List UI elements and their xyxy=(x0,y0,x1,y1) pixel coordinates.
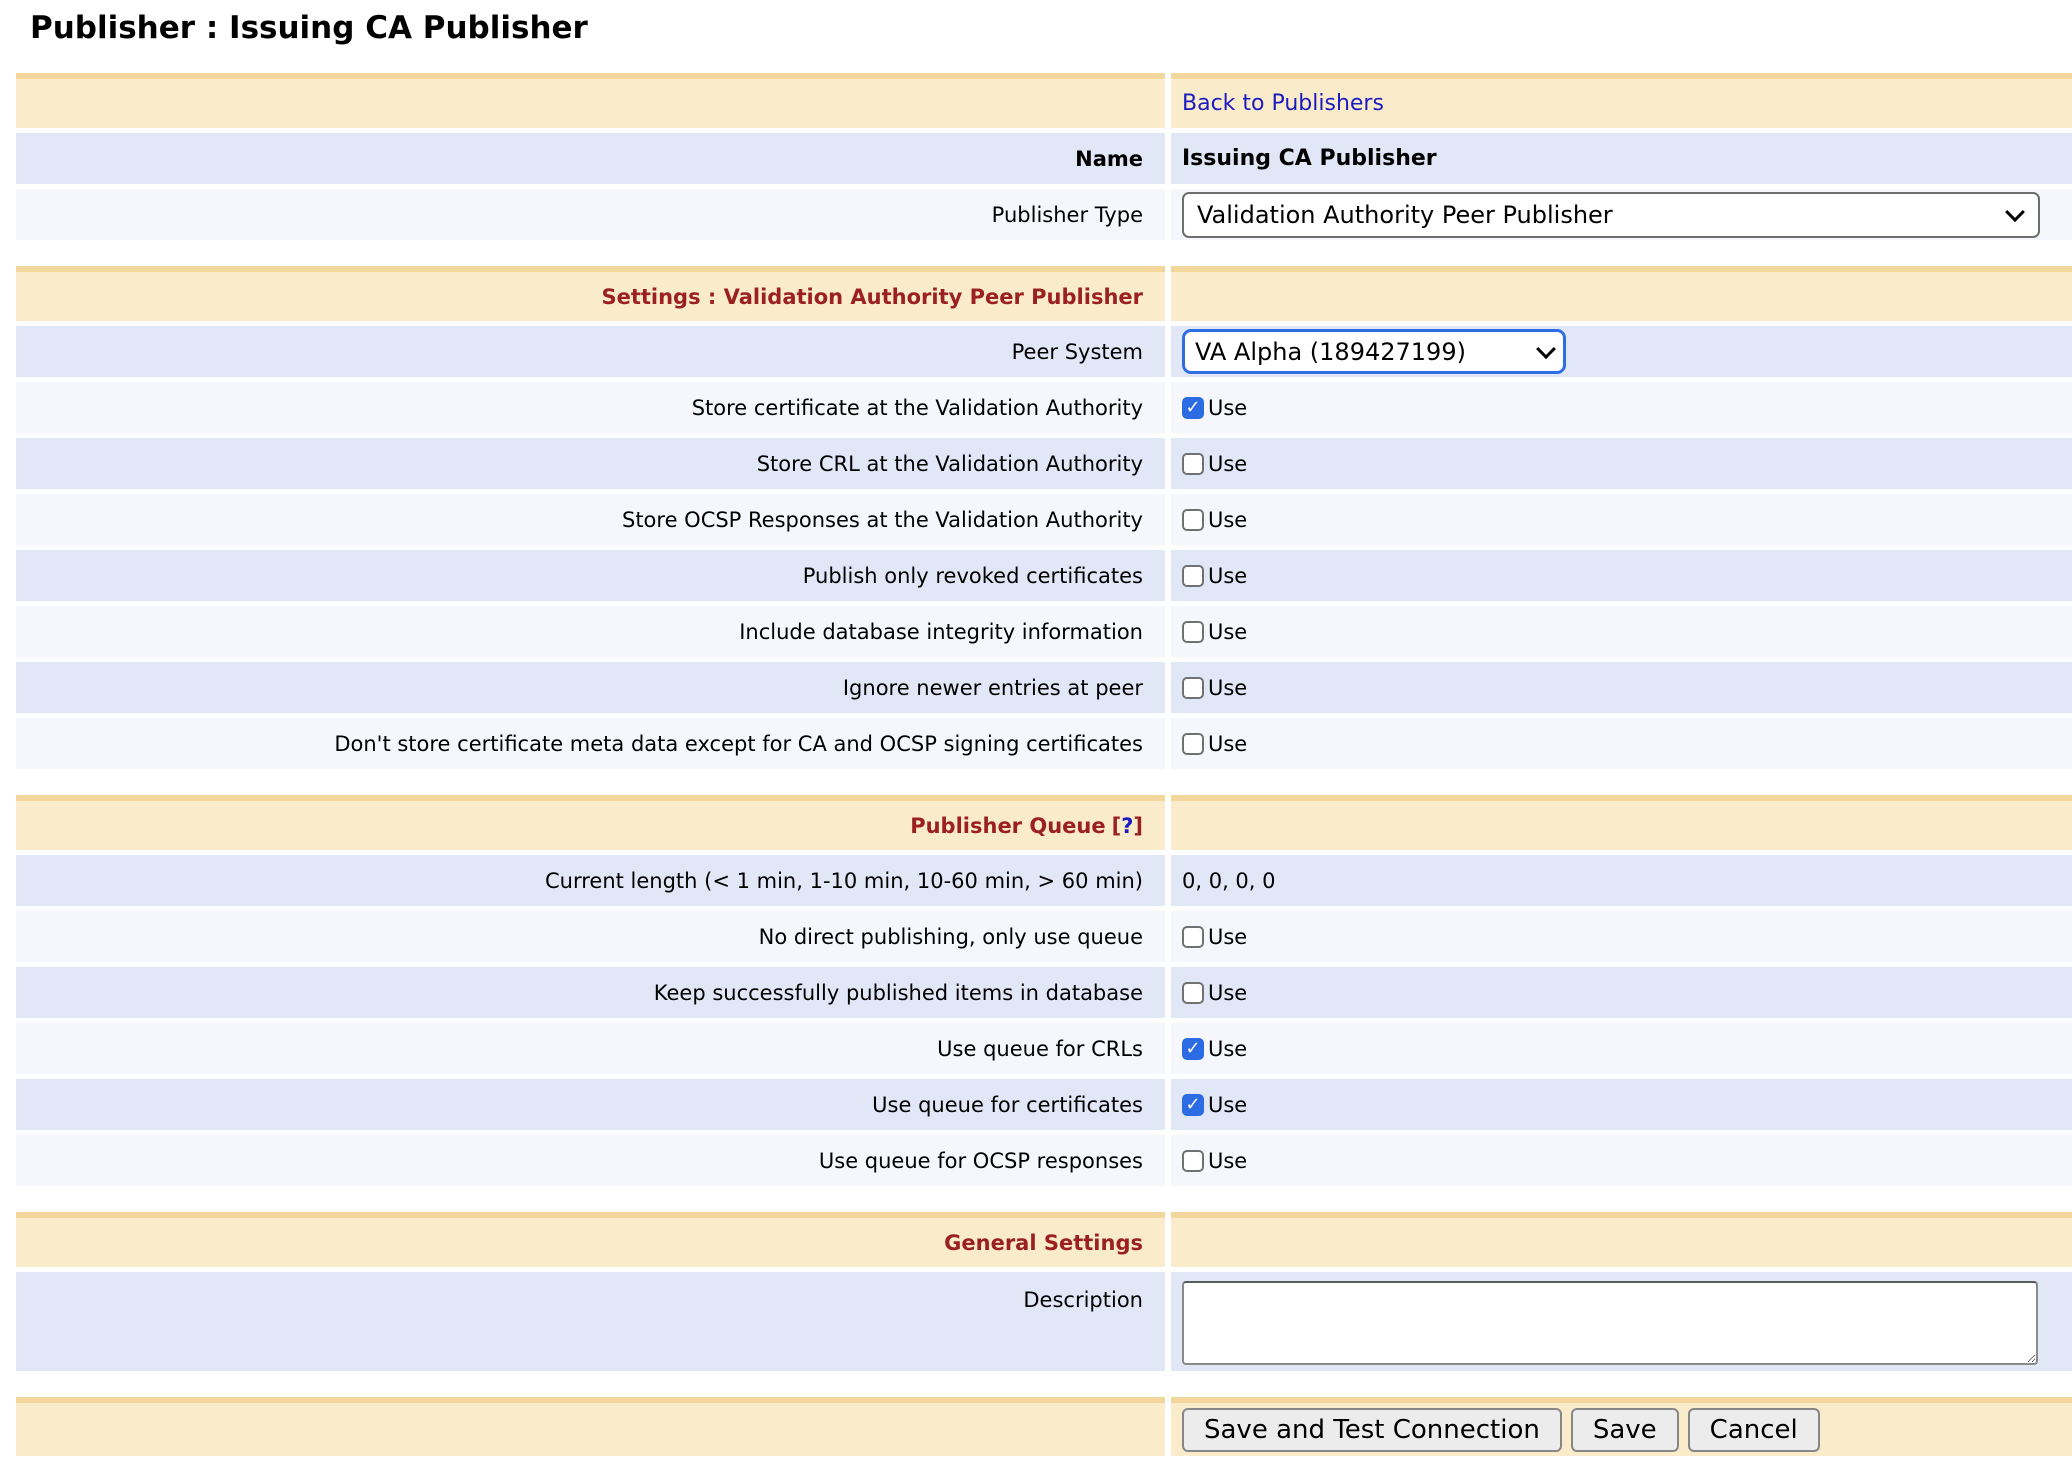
queue-section-title: Publisher Queue xyxy=(910,814,1105,838)
settings-section-title: Settings : Validation Authority Peer Pub… xyxy=(601,285,1143,309)
general-settings-section: General Settings Description xyxy=(16,1212,2072,1371)
use-checkbox[interactable] xyxy=(1182,1038,1204,1060)
settings-header-spacer xyxy=(1171,266,2072,321)
peer-system-label: Peer System xyxy=(16,326,1165,377)
use-checkbox[interactable] xyxy=(1182,453,1204,475)
setting-row-value: Use xyxy=(1171,382,2072,433)
peer-system-selected-value: VA Alpha (189427199) xyxy=(1195,338,1466,366)
description-textarea[interactable] xyxy=(1182,1281,2038,1365)
help-bracket: [ xyxy=(1112,814,1122,838)
actions-spacer xyxy=(16,1397,1165,1456)
use-checkbox[interactable] xyxy=(1182,1094,1204,1116)
info-header-cell: Back to Publishers xyxy=(1171,73,2072,128)
cancel-button[interactable]: Cancel xyxy=(1688,1408,1820,1452)
use-checkbox[interactable] xyxy=(1182,621,1204,643)
queue-row-value: Use xyxy=(1171,1023,2072,1074)
queue-header-spacer xyxy=(1171,795,2072,850)
queue-row-value: Use xyxy=(1171,911,2072,962)
chevron-down-icon xyxy=(1536,339,1556,359)
setting-row-label: Store CRL at the Validation Authority xyxy=(16,438,1165,489)
publisher-info-section: Back to Publishers Name Issuing CA Publi… xyxy=(16,73,2072,240)
use-checkbox[interactable] xyxy=(1182,677,1204,699)
general-header-cell: General Settings xyxy=(16,1212,1165,1267)
setting-row-value: Use xyxy=(1171,438,2072,489)
use-label: Use xyxy=(1208,452,1247,476)
setting-row-value: Use xyxy=(1171,550,2072,601)
chevron-down-icon xyxy=(2005,202,2025,222)
save-and-test-connection-button[interactable]: Save and Test Connection xyxy=(1182,1408,1562,1452)
name-value: Issuing CA Publisher xyxy=(1182,146,1437,171)
use-label: Use xyxy=(1208,508,1247,532)
use-label: Use xyxy=(1208,676,1247,700)
queue-header-cell: Publisher Queue [?] xyxy=(16,795,1165,850)
use-checkbox[interactable] xyxy=(1182,1150,1204,1172)
queue-row-label: Use queue for certificates xyxy=(16,1079,1165,1130)
setting-row-value: Use xyxy=(1171,662,2072,713)
general-header-spacer xyxy=(1171,1212,2072,1267)
current-length-value: 0, 0, 0, 0 xyxy=(1171,855,2072,906)
back-to-publishers-link[interactable]: Back to Publishers xyxy=(1182,91,1384,116)
publisher-type-selected-value: Validation Authority Peer Publisher xyxy=(1197,201,1613,229)
use-label: Use xyxy=(1208,981,1247,1005)
setting-row-value: Use xyxy=(1171,718,2072,769)
name-label: Name xyxy=(16,133,1165,184)
setting-row-value: Use xyxy=(1171,606,2072,657)
use-checkbox[interactable] xyxy=(1182,397,1204,419)
use-label: Use xyxy=(1208,1093,1247,1117)
setting-row-label: Store OCSP Responses at the Validation A… xyxy=(16,494,1165,545)
use-label: Use xyxy=(1208,396,1247,420)
use-checkbox[interactable] xyxy=(1182,733,1204,755)
use-label: Use xyxy=(1208,564,1247,588)
publisher-form: Back to Publishers Name Issuing CA Publi… xyxy=(16,73,2072,1456)
use-checkbox[interactable] xyxy=(1182,982,1204,1004)
queue-row-value: Use xyxy=(1171,967,2072,1018)
settings-header-cell: Settings : Validation Authority Peer Pub… xyxy=(16,266,1165,321)
save-button[interactable]: Save xyxy=(1571,1408,1679,1452)
info-header-spacer xyxy=(16,73,1165,128)
use-label: Use xyxy=(1208,732,1247,756)
queue-row-value: Use xyxy=(1171,1135,2072,1186)
queue-row-label: Keep successfully published items in dat… xyxy=(16,967,1165,1018)
queue-length-counts: 0, 0, 0, 0 xyxy=(1182,869,1276,893)
queue-row-label: No direct publishing, only use queue xyxy=(16,911,1165,962)
use-label: Use xyxy=(1208,1037,1247,1061)
actions-cell: Save and Test Connection Save Cancel xyxy=(1171,1397,2072,1456)
description-cell xyxy=(1171,1272,2072,1371)
queue-row-label: Use queue for OCSP responses xyxy=(16,1135,1165,1186)
use-label: Use xyxy=(1208,925,1247,949)
setting-row-label: Don't store certificate meta data except… xyxy=(16,718,1165,769)
setting-row-label: Store certificate at the Validation Auth… xyxy=(16,382,1165,433)
queue-row-label: Use queue for CRLs xyxy=(16,1023,1165,1074)
use-checkbox[interactable] xyxy=(1182,509,1204,531)
peer-system-select[interactable]: VA Alpha (189427199) xyxy=(1182,329,1566,374)
publisher-type-cell: Validation Authority Peer Publisher xyxy=(1171,189,2072,240)
page-title: Publisher : Issuing CA Publisher xyxy=(30,10,2072,46)
publisher-type-label: Publisher Type xyxy=(16,189,1165,240)
use-checkbox[interactable] xyxy=(1182,926,1204,948)
general-section-title: General Settings xyxy=(944,1231,1143,1255)
setting-row-label: Ignore newer entries at peer xyxy=(16,662,1165,713)
setting-row-value: Use xyxy=(1171,494,2072,545)
use-label: Use xyxy=(1208,620,1247,644)
current-length-label: Current length (< 1 min, 1-10 min, 10-60… xyxy=(16,855,1165,906)
use-label: Use xyxy=(1208,1149,1247,1173)
name-value-cell: Issuing CA Publisher xyxy=(1171,133,2072,184)
queue-help-link[interactable]: ? xyxy=(1121,814,1133,838)
help-bracket: ] xyxy=(1133,814,1143,838)
peer-system-cell: VA Alpha (189427199) xyxy=(1171,326,2072,377)
setting-row-label: Publish only revoked certificates xyxy=(16,550,1165,601)
description-label: Description xyxy=(16,1272,1165,1371)
use-checkbox[interactable] xyxy=(1182,565,1204,587)
publisher-queue-section: Publisher Queue [?] Current length (< 1 m… xyxy=(16,795,2072,1186)
actions-section: Save and Test Connection Save Cancel xyxy=(16,1397,2072,1456)
setting-row-label: Include database integrity information xyxy=(16,606,1165,657)
publisher-type-select[interactable]: Validation Authority Peer Publisher xyxy=(1182,192,2040,238)
settings-section: Settings : Validation Authority Peer Pub… xyxy=(16,266,2072,769)
queue-row-value: Use xyxy=(1171,1079,2072,1130)
